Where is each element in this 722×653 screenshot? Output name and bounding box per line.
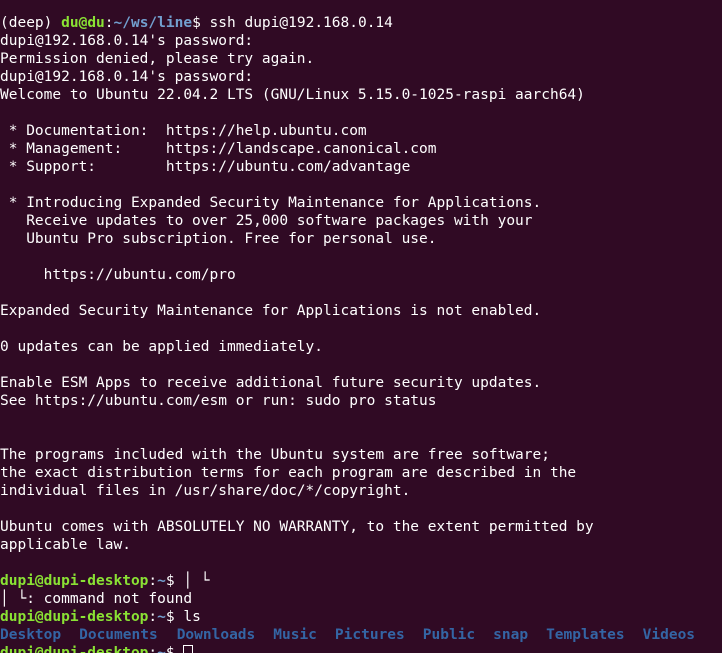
prompt-separator: : xyxy=(148,573,158,589)
output-line: dupi@192.168.0.14's password: xyxy=(0,69,254,85)
output-line: * Support: https://ubuntu.com/advantage xyxy=(0,159,411,175)
command-text: ls xyxy=(174,609,201,625)
output-line: 0 updates can be applied immediately. xyxy=(0,339,324,355)
remote-user-host: dupi@dupi-desktop xyxy=(0,609,149,625)
prompt-symbol: $ xyxy=(165,573,175,589)
output-line: https://ubuntu.com/pro xyxy=(0,267,236,283)
directory-entry: Pictures xyxy=(334,627,405,643)
directory-entry: Templates xyxy=(546,627,625,643)
remote-prompt-line-1: dupi@dupi-desktop:~$ │ └ xyxy=(0,572,722,590)
venv-label: (deep) xyxy=(0,15,53,31)
prompt-symbol: $ xyxy=(192,15,201,31)
prompt-symbol: $ xyxy=(165,609,175,625)
remote-user-host: dupi@dupi-desktop xyxy=(0,645,149,653)
output-line: Enable ESM Apps to receive additional fu… xyxy=(0,375,542,391)
output-line: the exact distribution terms for each pr… xyxy=(0,465,577,481)
directory-entry: Documents xyxy=(79,627,158,643)
local-prompt-line: (deep) du@du:~/ws/line$ ssh dupi@192.168… xyxy=(0,14,722,32)
remote-path: ~ xyxy=(157,645,166,653)
directory-entry: snap xyxy=(493,627,529,643)
local-path: ~/ws/line xyxy=(113,15,193,31)
output-line: Expanded Security Maintenance for Applic… xyxy=(0,303,542,319)
session-output: dupi@192.168.0.14's password: Permission … xyxy=(0,32,722,572)
local-user-host: du@du xyxy=(61,15,105,31)
output-line: The programs included with the Ubuntu sy… xyxy=(0,447,550,463)
output-line: individual files in /usr/share/doc/*/cop… xyxy=(0,483,411,499)
prompt-separator: : xyxy=(148,609,158,625)
output-line: Ubuntu comes with ABSOLUTELY NO WARRANTY… xyxy=(0,519,594,535)
error-output-line: │ └: command not found xyxy=(0,591,193,607)
output-line: Permission denied, please try again. xyxy=(0,51,315,67)
output-line: Ubuntu Pro subscription. Free for person… xyxy=(0,231,437,247)
command-text: │ └ xyxy=(174,573,210,589)
output-line: Welcome to Ubuntu 22.04.2 LTS (GNU/Linux… xyxy=(0,87,585,103)
output-line: dupi@192.168.0.14's password: xyxy=(0,33,254,49)
prompt-separator: : xyxy=(104,15,114,31)
output-line: * Management: https://landscape.canonica… xyxy=(0,141,437,157)
prompt-separator: : xyxy=(148,645,158,653)
ssh-command: ssh dupi@192.168.0.14 xyxy=(200,15,393,31)
prompt-symbol: $ xyxy=(165,645,175,653)
remote-prompt-line-3[interactable]: dupi@dupi-desktop:~$ xyxy=(0,644,722,653)
directory-entry: Public xyxy=(422,627,476,643)
remote-path: ~ xyxy=(157,573,166,589)
remote-user-host: dupi@dupi-desktop xyxy=(0,573,149,589)
text-cursor[interactable] xyxy=(183,645,194,653)
output-line: See https://ubuntu.com/esm or run: sudo … xyxy=(0,393,437,409)
remote-path: ~ xyxy=(157,609,166,625)
output-line: * Introducing Expanded Security Maintena… xyxy=(0,195,542,211)
terminal-window[interactable]: (deep) du@du:~/ws/line$ ssh dupi@192.168… xyxy=(0,0,722,653)
directory-entry: Desktop xyxy=(0,627,62,643)
directory-entry: Music xyxy=(273,627,317,643)
output-line: * Documentation: https://help.ubuntu.com xyxy=(0,123,367,139)
remote-prompt-line-2: dupi@dupi-desktop:~$ ls xyxy=(0,608,722,626)
ls-output: Desktop Documents Downloads Music Pictures Pu… xyxy=(0,626,722,644)
output-line: applicable law. xyxy=(0,537,131,553)
directory-entry: Downloads xyxy=(176,627,256,643)
directory-entry: Videos xyxy=(642,627,696,643)
output-line: Receive updates to over 25,000 software … xyxy=(0,213,533,229)
